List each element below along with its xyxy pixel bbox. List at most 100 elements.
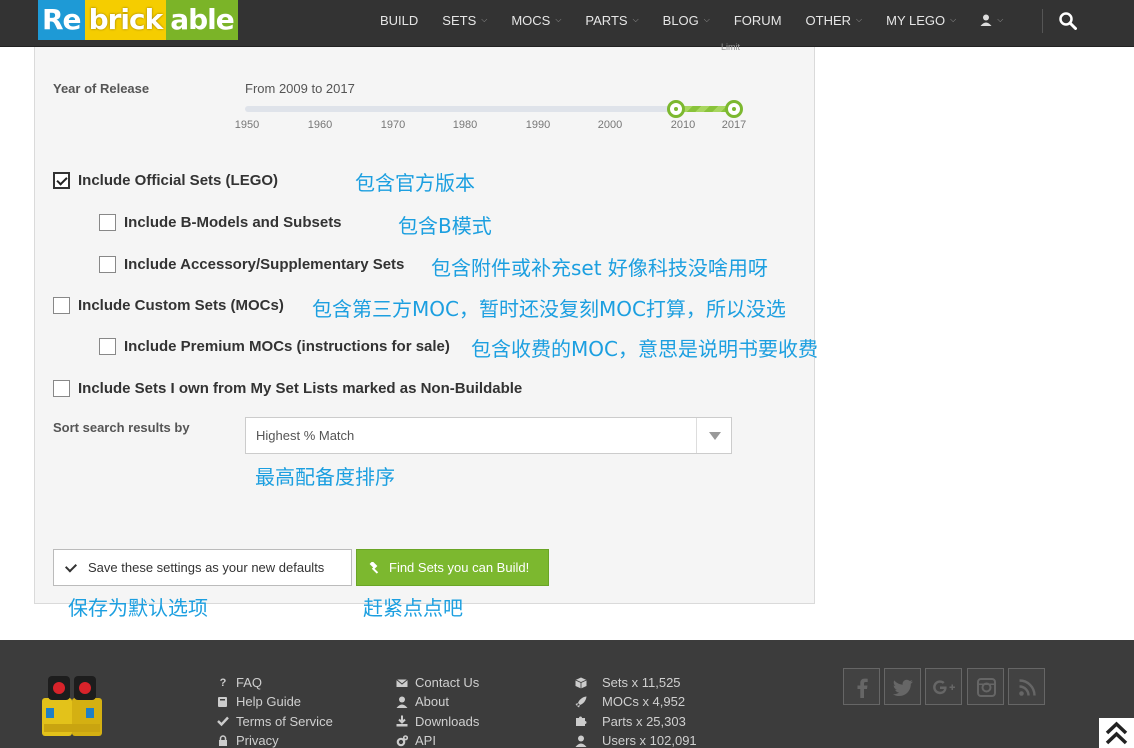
nav-user-menu[interactable]: ⌵ (980, 14, 1003, 26)
logo-part-able: able (166, 0, 238, 40)
footer-help-links: ? FAQ Help Guide Terms of Service Privacy (217, 673, 333, 748)
chevron-down-icon: ⌵ (555, 15, 562, 24)
include-official-sets-label: Include Official Sets (LEGO) (78, 172, 279, 189)
footer-link-label: Downloads (415, 713, 480, 729)
cube-icon (575, 677, 587, 689)
footer-stat-label: Users x 102,091 (602, 733, 697, 748)
footer-link-help-guide[interactable]: Help Guide (217, 692, 333, 711)
nav-sets-label: SETS (442, 12, 477, 28)
footer-stat-label: MOCs x 4,952 (602, 694, 686, 710)
top-navbar: Re brick able BUILD SETS ⌵ MOCS ⌵ PARTS ⌵ B… (0, 0, 1134, 47)
include-b-models-label: Include B-Models and Subsets (124, 214, 342, 231)
year-slider-from-handle[interactable] (667, 100, 685, 118)
nav-my-lego[interactable]: MY LEGO ⌵ (886, 13, 956, 28)
year-of-release-label: Year of Release (53, 81, 150, 96)
site-footer: ? FAQ Help Guide Terms of Service Privacy… (0, 640, 1134, 748)
footer-stat-sets: Sets x 11,525 (575, 673, 697, 692)
chevron-down-icon: ⌵ (481, 15, 488, 24)
nav-build[interactable]: BUILD (380, 13, 418, 28)
nav-menu: BUILD SETS ⌵ MOCS ⌵ PARTS ⌵ BLOG ⌵ FORUM OTH… (380, 0, 1027, 40)
nav-other[interactable]: OTHER ⌵ (806, 13, 863, 28)
include-premium-mocs-option[interactable]: Include Premium MOCs (instructions for s… (99, 338, 450, 355)
footer-link-privacy[interactable]: Privacy (217, 731, 333, 748)
footer-link-terms[interactable]: Terms of Service (217, 712, 333, 731)
dropdown-arrow-icon[interactable] (696, 418, 731, 453)
year-tick: 1950 (234, 119, 260, 131)
limit-label: Limit (721, 42, 741, 52)
include-official-sets-option[interactable]: Include Official Sets (LEGO) (53, 172, 278, 189)
include-custom-sets-checkbox[interactable] (53, 297, 70, 314)
footer-link-api[interactable]: API (396, 731, 479, 748)
facebook-icon[interactable] (843, 668, 880, 705)
include-official-sets-checkbox[interactable] (53, 172, 70, 189)
include-b-models-checkbox[interactable] (99, 214, 116, 231)
sort-selected-value: Highest % Match (256, 428, 355, 443)
include-accessory-sets-checkbox[interactable] (99, 256, 116, 273)
build-settings-panel (34, 47, 815, 604)
include-non-buildable-sets-checkbox[interactable] (53, 380, 70, 397)
footer-link-about[interactable]: About (396, 692, 479, 711)
chevron-down-icon: ⌵ (950, 15, 957, 24)
rebrickable-logo[interactable]: Re brick able (38, 0, 238, 40)
footer-link-downloads[interactable]: Downloads (396, 712, 479, 731)
year-tick: 1980 (452, 119, 478, 131)
footer-link-label: Contact Us (415, 675, 480, 691)
rebrickable-mascot-logo (42, 676, 102, 736)
footer-link-contact[interactable]: Contact Us (396, 673, 479, 692)
footer-link-label: Privacy (236, 733, 279, 748)
nav-blog[interactable]: BLOG ⌵ (663, 13, 710, 28)
year-slider-to-handle[interactable] (725, 100, 743, 118)
nav-mocs[interactable]: MOCS ⌵ (511, 13, 561, 28)
nav-my-lego-label: MY LEGO (886, 12, 946, 28)
cogs-icon (396, 734, 408, 746)
nav-parts[interactable]: PARTS ⌵ (585, 13, 638, 28)
lock-icon (219, 734, 227, 746)
logo-part-re: Re (38, 0, 85, 40)
include-accessory-sets-option[interactable]: Include Accessory/Supplementary Sets (99, 256, 404, 273)
download-icon (396, 715, 408, 727)
footer-link-faq[interactable]: ? FAQ (217, 673, 333, 692)
sort-results-select[interactable]: Highest % Match (245, 417, 732, 454)
footer-stats: Sets x 11,525 MOCs x 4,952 Parts x 25,30… (575, 673, 697, 748)
google-plus-icon[interactable] (925, 668, 962, 705)
footer-stat-label: Parts x 25,303 (602, 713, 686, 729)
nav-blog-label: BLOG (662, 12, 699, 28)
include-non-buildable-sets-option[interactable]: Include Sets I own from My Set Lists mar… (53, 380, 522, 397)
footer-link-label: Terms of Service (236, 713, 333, 729)
nav-forum[interactable]: FORUM (734, 13, 782, 28)
year-tick: 1960 (307, 119, 333, 131)
page: { "nav": { "logo": ["Re", "brick", "able… (0, 0, 1134, 748)
footer-link-label: API (415, 733, 436, 748)
find-sets-button[interactable]: Find Sets you can Build! (356, 549, 549, 586)
include-custom-sets-label: Include Custom Sets (MOCs) (78, 297, 284, 314)
annotation-custom-sets: 包含第三方MOC，暂时还没复刻MOC打算，所以没选 (312, 297, 786, 321)
twitter-icon[interactable] (884, 668, 921, 705)
logo-part-brick: brick (84, 0, 167, 40)
question-icon: ? (219, 676, 227, 689)
include-b-models-option[interactable]: Include B-Models and Subsets (99, 214, 342, 231)
nav-build-label: BUILD (380, 12, 419, 28)
rocket-icon (575, 696, 587, 708)
footer-stat-mocs: MOCs x 4,952 (575, 692, 697, 711)
save-defaults-button[interactable]: Save these settings as your new defaults (53, 549, 352, 586)
annotation-premium-mocs: 包含收费的MOC，意思是说明书要收费 (471, 337, 818, 361)
user-icon (980, 14, 992, 26)
include-non-buildable-sets-label: Include Sets I own from My Set Lists mar… (78, 380, 523, 397)
include-custom-sets-option[interactable]: Include Custom Sets (MOCs) (53, 297, 284, 314)
include-premium-mocs-checkbox[interactable] (99, 338, 116, 355)
rss-icon[interactable] (1008, 668, 1045, 705)
user-icon (396, 696, 408, 708)
envelope-icon (396, 678, 408, 687)
chevron-down-icon: ⌵ (997, 15, 1004, 24)
footer-stat-parts: Parts x 25,303 (575, 712, 697, 731)
search-icon[interactable] (1059, 12, 1077, 30)
footer-info-links: Contact Us About Downloads API (396, 673, 479, 748)
find-sets-label: Find Sets you can Build! (389, 560, 530, 575)
nav-sets[interactable]: SETS ⌵ (442, 13, 487, 28)
year-slider-track[interactable] (245, 106, 735, 112)
user-icon (575, 735, 587, 747)
scroll-to-top-button[interactable] (1099, 718, 1134, 748)
footer-stat-users: Users x 102,091 (575, 731, 697, 748)
nav-divider (1042, 9, 1043, 33)
instagram-icon[interactable] (967, 668, 1004, 705)
